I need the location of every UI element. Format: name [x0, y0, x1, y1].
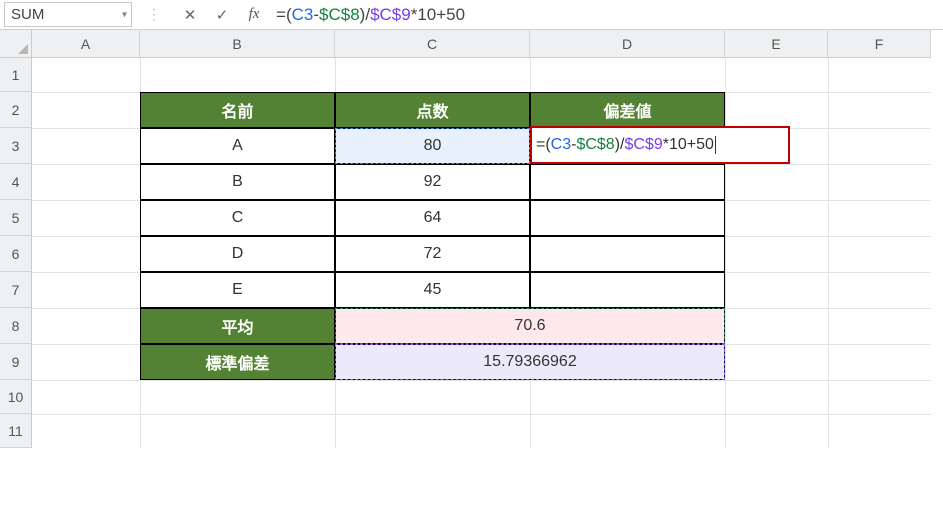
text-cursor	[715, 136, 716, 154]
cell-b4[interactable]: B	[140, 164, 335, 200]
cell-b8-avg-label[interactable]: 平均	[140, 308, 335, 344]
row-headers: 1 2 3 4 5 6 7 8 9 10 11	[0, 58, 32, 448]
cell-d5[interactable]	[530, 200, 725, 236]
cell-d4[interactable]	[530, 164, 725, 200]
editing-cell-d3[interactable]: =(C3-$C$8)/$C$9*10+50	[530, 126, 790, 164]
row-header-2[interactable]: 2	[0, 92, 32, 128]
editing-formula-text: =(C3-$C$8)/$C$9*10+50	[536, 136, 716, 154]
column-headers: A B C D E F	[32, 30, 943, 58]
cell-c5[interactable]: 64	[335, 200, 530, 236]
row-header-3[interactable]: 3	[0, 128, 32, 164]
chevron-down-icon[interactable]: ▾	[122, 9, 127, 20]
row-header-10[interactable]: 10	[0, 380, 32, 414]
name-box-value: SUM	[11, 6, 44, 23]
table-header-score[interactable]: 点数	[335, 92, 530, 128]
row-header-11[interactable]: 11	[0, 414, 32, 448]
cancel-formula-button[interactable]: ✕	[174, 0, 206, 29]
col-header-d[interactable]: D	[530, 30, 725, 58]
name-box[interactable]: SUM ▾	[4, 2, 132, 27]
row-header-6[interactable]: 6	[0, 236, 32, 272]
cell-avg-value[interactable]: 70.6	[335, 308, 725, 344]
formula-text: =(C3-$C$8)/$C$9*10+50	[276, 5, 465, 25]
cell-c4[interactable]: 92	[335, 164, 530, 200]
cell-b5[interactable]: C	[140, 200, 335, 236]
formula-bar-separator: ⋮	[134, 0, 174, 29]
table-header-name[interactable]: 名前	[140, 92, 335, 128]
cell-c7[interactable]: 45	[335, 272, 530, 308]
confirm-formula-button[interactable]: ✓	[206, 0, 238, 29]
cell-grid[interactable]: 名前 点数 偏差値 A 80 B 92 C 64 D 72 E 45 平	[32, 58, 931, 448]
fx-icon: fx	[249, 6, 260, 23]
row-header-9[interactable]: 9	[0, 344, 32, 380]
x-icon: ✕	[184, 6, 197, 24]
check-icon: ✓	[216, 6, 229, 24]
worksheet[interactable]: A B C D E F 1 2 3 4 5 6 7 8 9 10 11	[0, 30, 943, 505]
cell-b3[interactable]: A	[140, 128, 335, 164]
col-header-f[interactable]: F	[828, 30, 931, 58]
cell-d6[interactable]	[530, 236, 725, 272]
col-header-a[interactable]: A	[32, 30, 140, 58]
select-all-corner[interactable]	[0, 30, 32, 58]
row-header-1[interactable]: 1	[0, 58, 32, 92]
col-header-c[interactable]: C	[335, 30, 530, 58]
col-header-e[interactable]: E	[725, 30, 828, 58]
row-header-5[interactable]: 5	[0, 200, 32, 236]
table-header-dev[interactable]: 偏差値	[530, 92, 725, 128]
cell-d7[interactable]	[530, 272, 725, 308]
col-header-b[interactable]: B	[140, 30, 335, 58]
cell-b9-std-label[interactable]: 標準偏差	[140, 344, 335, 380]
row-header-8[interactable]: 8	[0, 308, 32, 344]
row-header-4[interactable]: 4	[0, 164, 32, 200]
cell-b7[interactable]: E	[140, 272, 335, 308]
formula-bar-input[interactable]: =(C3-$C$8)/$C$9*10+50	[270, 0, 943, 29]
cell-std-value[interactable]: 15.79366962	[335, 344, 725, 380]
formula-bar: SUM ▾ ⋮ ✕ ✓ fx =(C3-$C$8)/$C$9*10+50	[0, 0, 943, 30]
insert-function-button[interactable]: fx	[238, 0, 270, 29]
cell-c3[interactable]: 80	[335, 128, 530, 164]
row-header-7[interactable]: 7	[0, 272, 32, 308]
cell-c6[interactable]: 72	[335, 236, 530, 272]
cell-b6[interactable]: D	[140, 236, 335, 272]
